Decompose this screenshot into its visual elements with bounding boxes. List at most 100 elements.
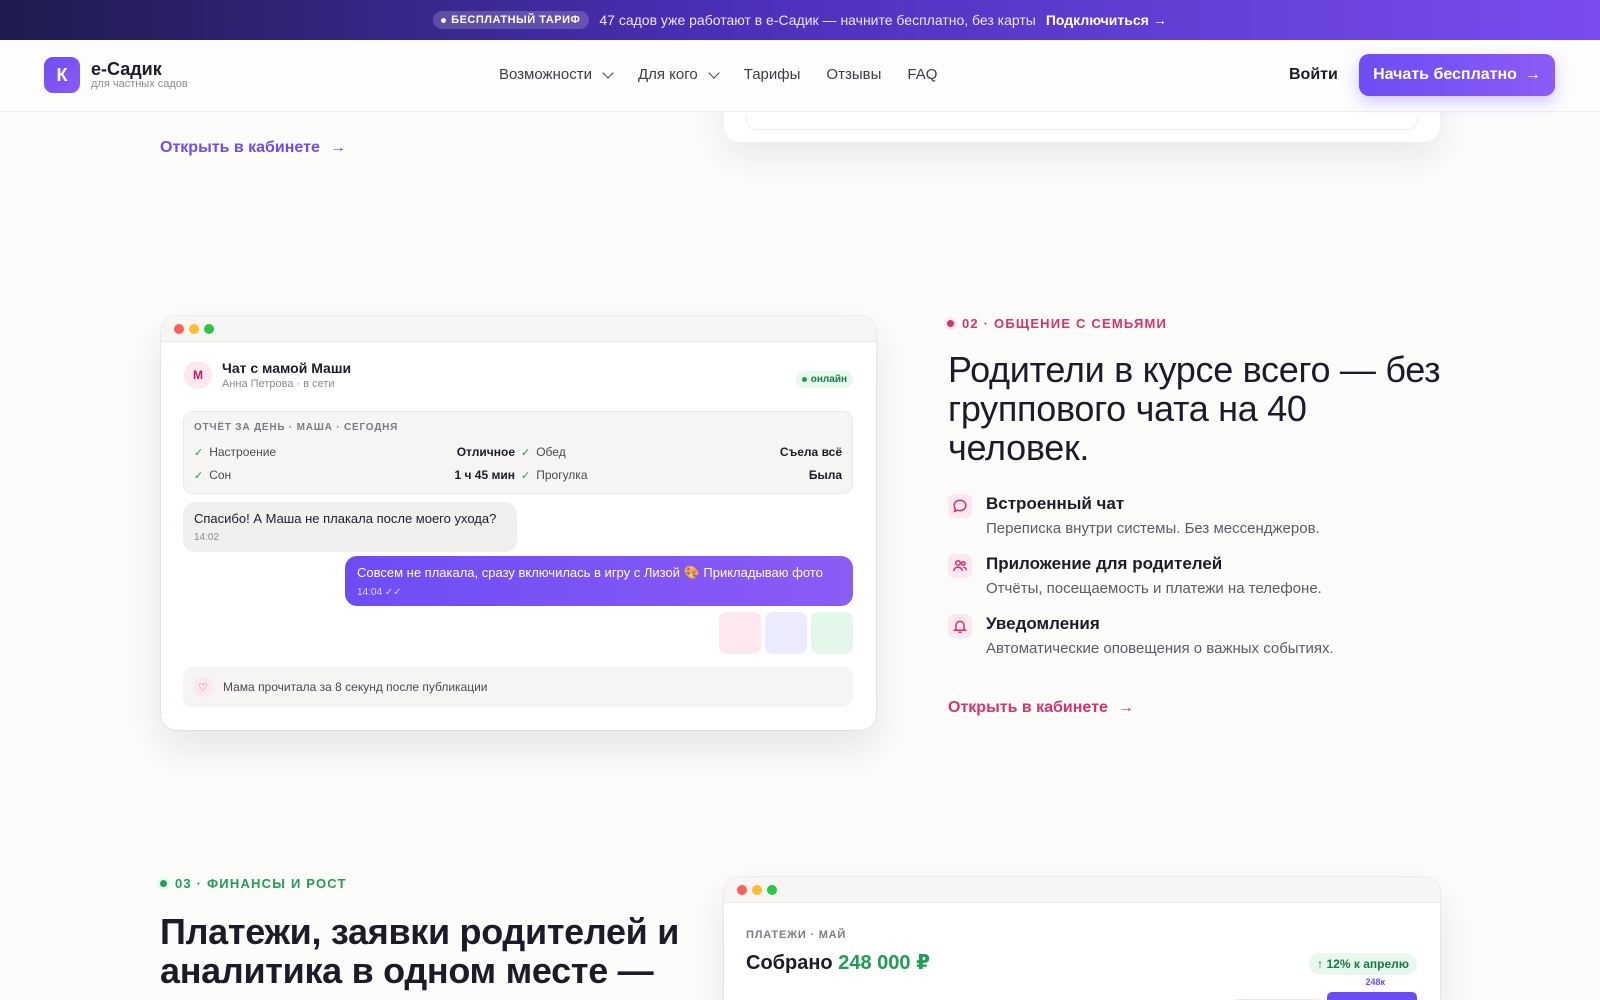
window-maximize-dot-icon bbox=[767, 884, 777, 895]
arrow-right-icon: → bbox=[1152, 12, 1167, 28]
report-label: Сон bbox=[209, 468, 232, 482]
promo-bar: БЕСПЛАТНЫЙ ТАРИФ 47 садов уже работают в… bbox=[0, 0, 1600, 40]
eyebrow-dot-icon bbox=[947, 320, 954, 327]
feature-title: Уведомления bbox=[986, 614, 1100, 633]
check-icon: ✓ bbox=[194, 469, 204, 482]
nav-item-audience[interactable]: Для кого bbox=[638, 66, 720, 83]
report-item: ✓ Прогулка Была bbox=[521, 468, 842, 482]
card-inner-panel bbox=[746, 116, 1418, 130]
start-free-button[interactable]: Начать бесплатно → bbox=[1359, 54, 1555, 96]
chevron-down-icon bbox=[708, 66, 720, 79]
window-titlebar bbox=[161, 316, 876, 342]
report-value: Отличное bbox=[456, 445, 515, 459]
chat-preview-card: М Чат с мамой Маши Анна Петрова · в сети… bbox=[161, 316, 876, 730]
feature-title: Приложение для родителей bbox=[986, 554, 1223, 573]
report-title: ОТЧЁТ ЗА ДЕНЬ · МАША · СЕГОДНЯ bbox=[194, 422, 399, 433]
main-nav: Возможности Для кого Тарифы Отзывы FAQ bbox=[499, 66, 937, 83]
eyebrow-label: 03 · ФИНАНСЫ И РОСТ bbox=[175, 876, 347, 891]
window-titlebar bbox=[724, 877, 1440, 903]
check-icon: ✓ bbox=[521, 446, 531, 459]
feature-item: Уведомления Автоматические оповещения о в… bbox=[948, 614, 1448, 657]
report-label: Обед bbox=[536, 445, 566, 459]
photo-thumbnail[interactable] bbox=[811, 612, 853, 654]
promo-badge: БЕСПЛАТНЫЙ ТАРИФ bbox=[433, 11, 590, 29]
report-label: Прогулка bbox=[536, 468, 588, 482]
window-close-dot-icon bbox=[737, 884, 747, 895]
outgoing-message: Совсем не плакала, сразу включилась в иг… bbox=[345, 556, 853, 606]
section3-heading: Платежи, заявки родителей и аналитика в … bbox=[160, 911, 680, 991]
nav-label: Отзывы bbox=[826, 66, 882, 83]
section3-eyebrow: 03 · ФИНАНСЫ И РОСТ bbox=[160, 876, 347, 891]
report-grid: ✓ Настроение Отличное ✓ Обед Съела всё ✓ Сон 1… bbox=[194, 445, 842, 482]
logo[interactable]: К е-Садик для частных садов bbox=[44, 57, 188, 93]
photo-thumbnail[interactable] bbox=[765, 612, 807, 654]
bell-icon bbox=[948, 614, 972, 638]
report-item: ✓ Сон 1 ч 45 мин bbox=[194, 468, 515, 482]
link-label: Открыть в кабинете bbox=[160, 139, 320, 156]
link-label: Открыть в кабинете bbox=[948, 699, 1108, 716]
read-note-text: Мама прочитала за 8 секунд после публика… bbox=[223, 680, 488, 694]
section2-open-dashboard-link[interactable]: Открыть в кабинете → bbox=[948, 699, 1134, 717]
photo-thumbnail[interactable] bbox=[719, 612, 761, 654]
eyebrow-label: 02 · ОБЩЕНИЕ С СЕМЬЯМИ bbox=[962, 316, 1168, 331]
photo-attachments bbox=[719, 612, 853, 654]
users-icon bbox=[948, 554, 972, 578]
payments-total: Собрано 248 000 ₽ bbox=[746, 950, 930, 975]
nav-item-faq[interactable]: FAQ bbox=[907, 66, 937, 83]
status-dot-icon bbox=[801, 377, 807, 382]
chat-subtitle: Анна Петрова · в сети bbox=[222, 378, 335, 390]
nav-item-pricing[interactable]: Тарифы bbox=[744, 66, 801, 83]
cta-label: Начать бесплатно bbox=[1373, 66, 1517, 83]
window-maximize-dot-icon bbox=[204, 323, 214, 334]
section2-heading: Родители в курсе всего — без группового … bbox=[948, 349, 1441, 468]
check-icon: ✓ bbox=[521, 469, 531, 482]
arrow-right-icon: → bbox=[329, 139, 346, 156]
section2-eyebrow: 02 · ОБЩЕНИЕ С СЕМЬЯМИ bbox=[947, 316, 1167, 331]
feature-item: Встроенный чат Переписка внутри системы. … bbox=[948, 494, 1448, 537]
window-minimize-dot-icon bbox=[189, 323, 199, 334]
eyebrow-dot-icon bbox=[160, 880, 167, 887]
chart-bar bbox=[1327, 992, 1417, 1000]
growth-badge: ↑ 12% к апрелю bbox=[1309, 953, 1417, 975]
status-label: онлайн bbox=[810, 374, 847, 385]
feature-desc: Автоматические оповещения о важных событ… bbox=[986, 640, 1334, 657]
chat-bubble-icon bbox=[948, 494, 972, 518]
nav-label: Тарифы bbox=[743, 66, 801, 83]
promo-text: 47 садов уже работают в е-Садик — начнит… bbox=[599, 12, 1036, 28]
daily-report: ОТЧЁТ ЗА ДЕНЬ · МАША · СЕГОДНЯ ✓ Настроен… bbox=[183, 411, 853, 494]
message-text: Совсем не плакала, сразу включилась в иг… bbox=[357, 565, 823, 580]
promo-badge-label: БЕСПЛАТНЫЙ ТАРИФ bbox=[451, 14, 581, 26]
report-item: ✓ Обед Съела всё bbox=[521, 445, 842, 459]
chat-header: М Чат с мамой Маши Анна Петрова · в сети bbox=[184, 360, 351, 390]
window-minimize-dot-icon bbox=[752, 884, 762, 895]
badge-dot-icon bbox=[441, 17, 447, 23]
message-text: Спасибо! А Маша не плакала после моего у… bbox=[194, 511, 497, 526]
arrow-right-icon: → bbox=[1524, 66, 1541, 83]
report-label: Настроение bbox=[209, 445, 277, 459]
nav-label: Возможности bbox=[499, 66, 592, 83]
promo-connect-link[interactable]: Подключиться → bbox=[1046, 12, 1167, 28]
online-status-badge: онлайн bbox=[795, 371, 853, 388]
brand-tagline: для частных садов bbox=[91, 77, 188, 90]
logo-mark-icon: К bbox=[44, 57, 80, 93]
payments-eyebrow: ПЛАТЕЖИ · МАЙ bbox=[746, 929, 847, 941]
total-amount: 248 000 ₽ bbox=[838, 952, 930, 974]
message-time: 14:04 ✓✓ bbox=[357, 587, 402, 598]
login-link[interactable]: Войти bbox=[1289, 66, 1338, 84]
check-icon: ✓ bbox=[194, 446, 204, 459]
chat-title: Чат с мамой Маши bbox=[222, 360, 352, 376]
site-header: К е-Садик для частных садов Возможности … bbox=[0, 40, 1600, 112]
brand-name: е-Садик bbox=[91, 58, 162, 79]
heart-icon: ♡ bbox=[193, 677, 213, 697]
feature-list: Встроенный чат Переписка внутри системы. … bbox=[948, 494, 1448, 674]
read-receipt-note: ♡ Мама прочитала за 8 секунд после публи… bbox=[183, 667, 853, 707]
feature-desc: Отчёты, посещаемость и платежи на телефо… bbox=[986, 580, 1322, 597]
feature-item: Приложение для родителей Отчёты, посещаем… bbox=[948, 554, 1448, 597]
arrow-right-icon: → bbox=[1117, 699, 1134, 716]
nav-item-features[interactable]: Возможности bbox=[499, 66, 614, 83]
feature-desc: Переписка внутри системы. Без мессенджер… bbox=[986, 520, 1320, 537]
section1-open-dashboard-link[interactable]: Открыть в кабинете → bbox=[160, 139, 346, 157]
report-item: ✓ Настроение Отличное bbox=[194, 445, 515, 459]
payments-preview-card: ПЛАТЕЖИ · МАЙ Собрано 248 000 ₽ ↑ 12% к … bbox=[724, 877, 1440, 1000]
nav-item-reviews[interactable]: Отзывы bbox=[826, 66, 881, 83]
